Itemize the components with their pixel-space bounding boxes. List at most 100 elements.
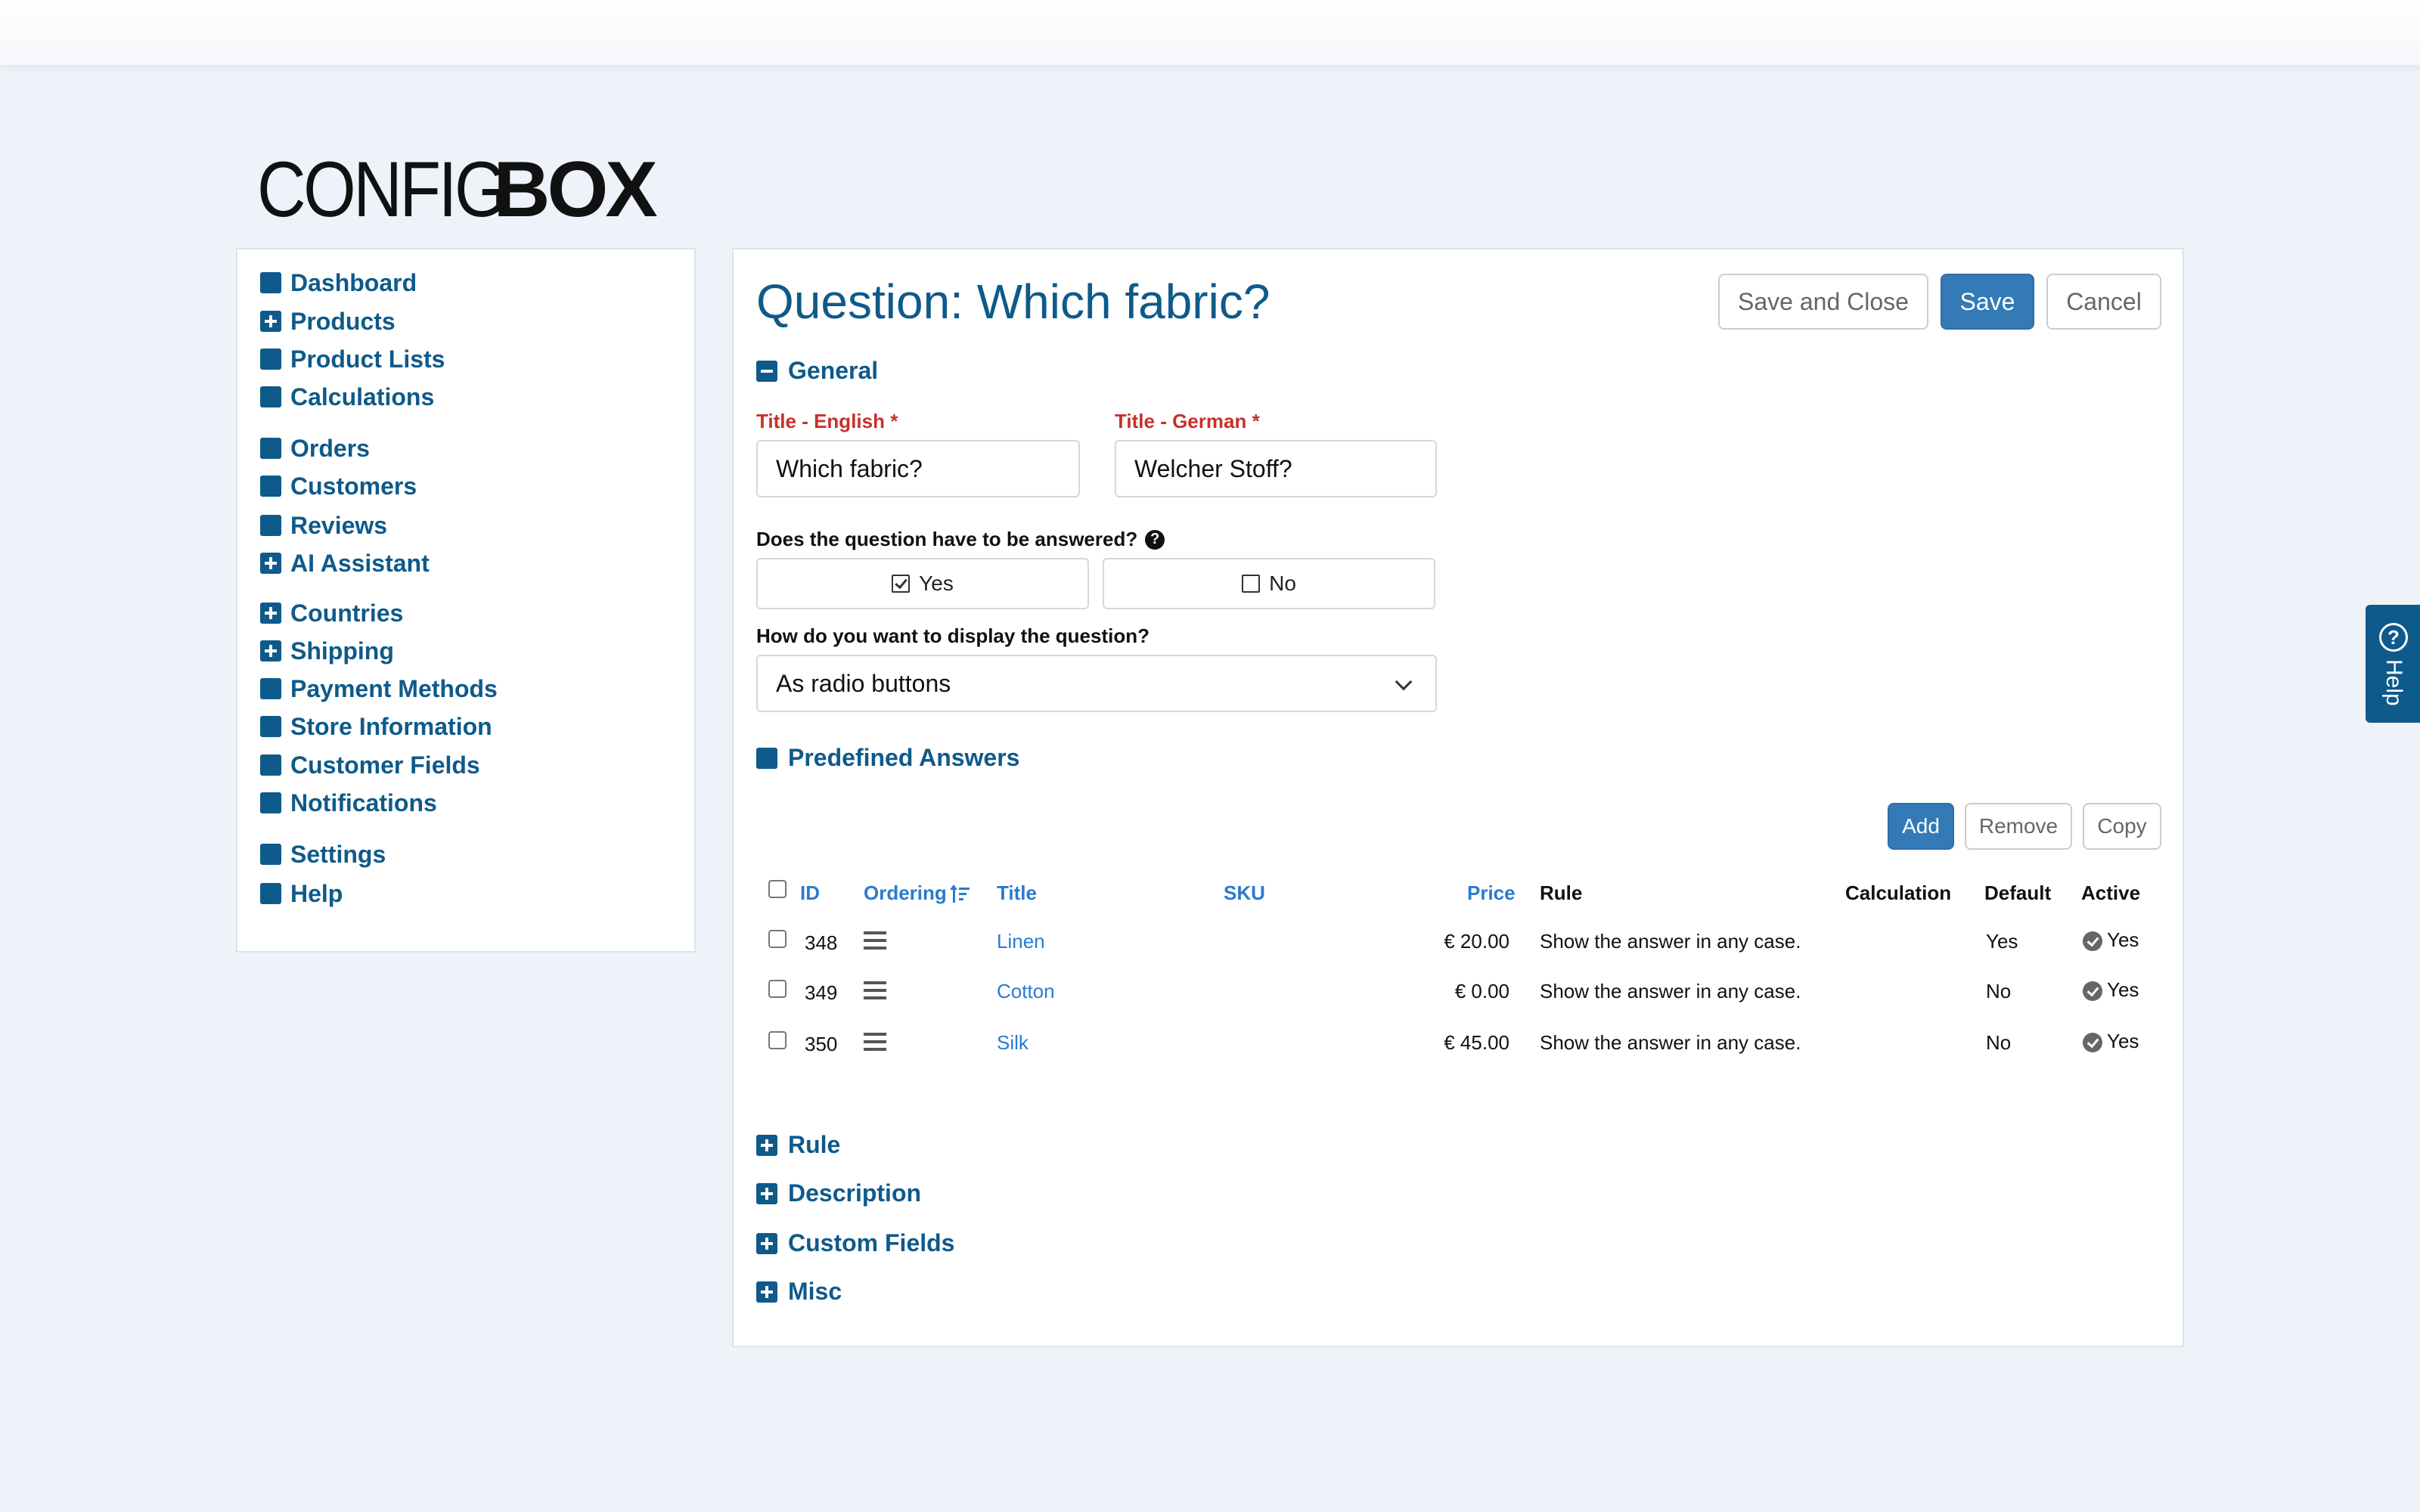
sidebar-item-product-lists[interactable]: Product Lists: [260, 342, 445, 376]
top-bar: [0, 0, 2420, 65]
sidebar-item-orders[interactable]: Orders: [260, 432, 370, 465]
row-title-link[interactable]: Silk: [997, 1031, 1028, 1055]
row-default: No: [1986, 980, 2012, 1002]
chevron-down-icon: [1395, 673, 1413, 691]
sidebar-item-label: Store Information: [290, 712, 492, 740]
sidebar-item-label: Shipping: [290, 637, 394, 665]
sidebar-item-store-information[interactable]: Store Information: [260, 710, 492, 743]
square-icon: [260, 792, 281, 813]
configbox-logo: CONFIGBOX: [257, 146, 658, 234]
section-predefined-answers[interactable]: Predefined Answers: [756, 744, 1019, 772]
row-price: € 0.00: [1454, 980, 1509, 1002]
required-no-button[interactable]: No: [1103, 558, 1435, 609]
row-active-label: Yes: [2107, 978, 2139, 1001]
add-answer-button[interactable]: Add: [1888, 803, 1954, 850]
sidebar-item-label: Orders: [290, 434, 370, 462]
section-description-toggle[interactable]: Description: [756, 1179, 921, 1207]
display-question-label: How do you want to display the question?: [756, 624, 1150, 647]
section-misc-toggle[interactable]: Misc: [756, 1278, 842, 1306]
row-checkbox[interactable]: [768, 930, 786, 948]
plus-square-icon: [756, 1232, 777, 1254]
column-id-header[interactable]: ID: [800, 881, 820, 905]
column-sku-header[interactable]: SKU: [1224, 881, 1265, 905]
drag-handle-icon[interactable]: [864, 981, 886, 999]
select-all-checkbox[interactable]: [768, 880, 786, 898]
square-icon: [260, 716, 281, 737]
sidebar-item-label: Customer Fields: [290, 751, 480, 779]
section-custom-fields-toggle[interactable]: Custom Fields: [756, 1229, 954, 1257]
plus-square-icon[interactable]: [260, 311, 281, 332]
sidebar-item-dashboard[interactable]: Dashboard: [260, 266, 417, 299]
row-active[interactable]: Yes: [2083, 978, 2139, 1002]
question-editor-panel: Question: Which fabric? Save and Close S…: [732, 248, 2184, 1347]
save-and-close-button[interactable]: Save and Close: [1718, 274, 1928, 330]
title-english-input[interactable]: [756, 440, 1080, 497]
column-ordering-header[interactable]: Ordering: [864, 881, 971, 905]
square-icon: [260, 349, 281, 370]
question-mark-icon[interactable]: ?: [1145, 529, 1165, 550]
plus-square-icon[interactable]: [260, 640, 281, 662]
row-checkbox[interactable]: [768, 1031, 786, 1049]
square-icon: [260, 438, 281, 459]
square-icon: [260, 844, 281, 865]
column-price-header[interactable]: Price: [1467, 881, 1516, 905]
sidebar-item-reviews[interactable]: Reviews: [260, 509, 387, 542]
required-yes-button[interactable]: Yes: [756, 558, 1089, 609]
sidebar-item-payment-methods[interactable]: Payment Methods: [260, 672, 498, 705]
title-english-label: Title - English *: [756, 410, 898, 432]
sidebar-item-label: Countries: [290, 599, 404, 627]
predefined-answers-heading: Predefined Answers: [788, 744, 1020, 771]
square-icon: [260, 272, 281, 293]
sidebar-item-countries[interactable]: Countries: [260, 596, 403, 630]
sidebar-item-label: AI Assistant: [290, 549, 430, 577]
sidebar-item-products[interactable]: Products: [260, 305, 396, 338]
sidebar-item-label: Calculations: [290, 383, 435, 411]
row-rule: Show the answer in any case.: [1540, 1031, 1801, 1054]
title-german-input[interactable]: [1115, 440, 1437, 497]
square-icon: [756, 747, 777, 769]
square-icon: [260, 476, 281, 497]
section-rule-toggle[interactable]: Rule: [756, 1131, 840, 1159]
sidebar-item-customer-fields[interactable]: Customer Fields: [260, 748, 480, 782]
copy-answer-button[interactable]: Copy: [2083, 803, 2161, 850]
sidebar-item-shipping[interactable]: Shipping: [260, 634, 394, 668]
cancel-button[interactable]: Cancel: [2046, 274, 2161, 330]
help-tab-label: Help: [2381, 659, 2406, 706]
plus-square-icon[interactable]: [260, 553, 281, 574]
sidebar-item-label: Dashboard: [290, 268, 417, 296]
sidebar-item-label: Settings: [290, 840, 386, 868]
section-general-toggle[interactable]: General: [756, 357, 878, 385]
sidebar-item-settings[interactable]: Settings: [260, 838, 386, 871]
plus-square-icon[interactable]: [260, 603, 281, 624]
help-side-tab[interactable]: ? Help: [2366, 605, 2420, 723]
sidebar-item-customers[interactable]: Customers: [260, 469, 417, 503]
question-circle-icon: ?: [2379, 623, 2408, 652]
required-no-label: No: [1269, 572, 1296, 595]
drag-handle-icon[interactable]: [864, 1033, 886, 1051]
row-default: No: [1986, 1031, 2012, 1054]
row-title-link[interactable]: Cotton: [997, 980, 1055, 1003]
row-active-label: Yes: [2107, 1030, 2139, 1052]
row-active-label: Yes: [2107, 928, 2139, 951]
section-rule-heading: Rule: [788, 1131, 841, 1158]
row-rule: Show the answer in any case.: [1540, 930, 1801, 953]
sidebar-item-ai-assistant[interactable]: AI Assistant: [260, 547, 430, 580]
column-title-header[interactable]: Title: [997, 881, 1037, 905]
plus-square-icon: [756, 1281, 777, 1303]
square-icon: [260, 515, 281, 536]
row-checkbox[interactable]: [768, 980, 786, 998]
sidebar-item-help[interactable]: Help: [260, 877, 343, 910]
drag-handle-icon[interactable]: [864, 931, 886, 950]
column-rule-header: Rule: [1540, 881, 1583, 904]
row-active[interactable]: Yes: [2083, 928, 2139, 952]
required-question-label: Does the question have to be answered??: [756, 528, 1165, 551]
display-type-select[interactable]: As radio buttons: [756, 655, 1437, 712]
save-button[interactable]: Save: [1941, 274, 2034, 330]
sidebar-item-label: Help: [290, 879, 343, 907]
sidebar-item-calculations[interactable]: Calculations: [260, 380, 434, 414]
sidebar-item-notifications[interactable]: Notifications: [260, 786, 437, 820]
row-active[interactable]: Yes: [2083, 1030, 2139, 1053]
sidebar-item-label: Reviews: [290, 511, 388, 539]
remove-answer-button[interactable]: Remove: [1965, 803, 2072, 850]
row-title-link[interactable]: Linen: [997, 930, 1045, 953]
